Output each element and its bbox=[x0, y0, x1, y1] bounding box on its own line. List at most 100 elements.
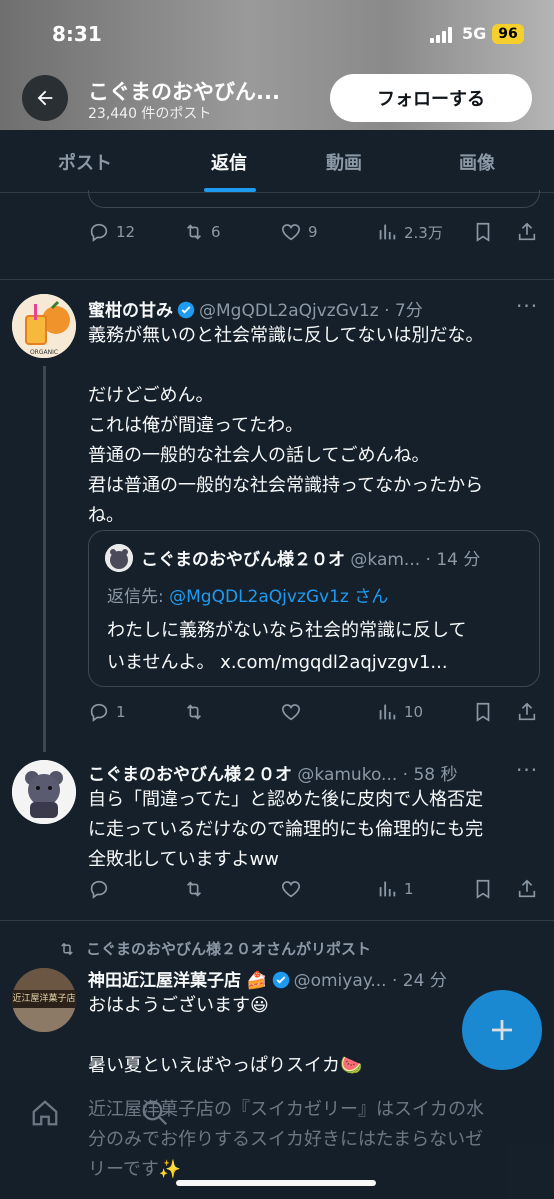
more-options-icon[interactable]: ··· bbox=[516, 294, 538, 318]
repost-icon bbox=[186, 704, 202, 720]
share-icon bbox=[518, 702, 536, 721]
previous-card-stub bbox=[88, 190, 540, 208]
views-button[interactable]: 1 bbox=[376, 874, 414, 904]
quoted-header: こぐまのおやびん様２０オ @kam... · 14 分 bbox=[141, 545, 480, 570]
avatar-kogumanooyabin[interactable] bbox=[12, 760, 76, 824]
bear-avatar-icon bbox=[105, 544, 133, 572]
arrow-left-icon bbox=[37, 90, 53, 106]
repost-label-text: こぐまのおやびん様２０オさんがリポスト bbox=[86, 940, 372, 958]
tweet2-actions: 1 bbox=[0, 874, 554, 904]
repost-icon bbox=[61, 942, 73, 955]
share-button[interactable] bbox=[516, 874, 538, 904]
views-icon bbox=[379, 704, 396, 720]
heart-icon bbox=[281, 224, 301, 241]
tweet-text: 自ら「間違ってた」と認めた後に皮肉で人格否定 に走っているだけなので論理的にも倫… bbox=[88, 789, 484, 870]
repost-button[interactable] bbox=[183, 874, 205, 904]
repost-button[interactable] bbox=[183, 697, 205, 727]
more-options-icon[interactable]: ··· bbox=[516, 758, 538, 782]
repost-icon bbox=[186, 881, 202, 897]
tab-posts[interactable]: ポスト bbox=[0, 130, 170, 193]
orange-juice-avatar-icon: ORGANIC bbox=[12, 294, 76, 358]
follow-button[interactable]: フォローする bbox=[330, 74, 532, 122]
quoted-reply-to: 返信先: @MgQDL2aQjvzGv1z さん bbox=[107, 582, 388, 607]
tab-videos[interactable]: 動画 bbox=[288, 130, 400, 193]
reply-button[interactable] bbox=[88, 874, 110, 904]
reply-icon bbox=[90, 703, 108, 722]
search-icon[interactable] bbox=[140, 1098, 170, 1128]
bookmark-icon bbox=[476, 702, 490, 722]
tab-images[interactable]: 画像 bbox=[400, 130, 554, 193]
tweet-header: 神田近江屋洋菓子店 🍰 @omiyay... · 24 分 bbox=[88, 966, 447, 991]
divider bbox=[0, 920, 554, 921]
tweet-header: こぐまのおやびん様２０オ @kamuko... · 58 秒 bbox=[88, 760, 458, 785]
reply-button[interactable]: 1 bbox=[88, 697, 126, 727]
views-count: 10 bbox=[404, 703, 424, 721]
home-icon[interactable] bbox=[30, 1098, 60, 1128]
back-button[interactable] bbox=[22, 75, 68, 121]
author-name[interactable]: こぐまのおやびん様２０オ bbox=[88, 765, 292, 785]
like-button[interactable] bbox=[280, 697, 302, 727]
tab-replies[interactable]: 返信 bbox=[170, 130, 288, 193]
like-button[interactable]: 9 bbox=[280, 217, 318, 247]
bear-avatar-icon bbox=[12, 760, 76, 824]
views-button[interactable]: 2.3万 bbox=[376, 217, 443, 247]
avatar-mikan[interactable]: ORGANIC bbox=[12, 294, 76, 358]
verified-badge-icon bbox=[177, 301, 195, 319]
quoted-author-name: こぐまのおやびん様２０オ bbox=[141, 550, 345, 570]
author-handle-time: @omiyay... · 24 分 bbox=[293, 971, 447, 991]
repost-icon bbox=[186, 224, 202, 240]
avatar-store-sign: 近江屋洋菓子店 bbox=[12, 994, 76, 1004]
profile-tabs: ポスト 返信 動画 画像 bbox=[0, 130, 554, 193]
bookmark-button[interactable] bbox=[472, 217, 494, 247]
repost-button[interactable]: 6 bbox=[183, 217, 221, 247]
reply-button[interactable]: 12 bbox=[88, 217, 135, 247]
share-icon bbox=[518, 879, 536, 898]
network-type: 5G bbox=[462, 24, 487, 43]
divider bbox=[0, 279, 554, 280]
bookmark-button[interactable] bbox=[472, 874, 494, 904]
tweet-text: 義務が無いのと社会常識に反してないは別だな。 だけどごめん。 これは俺が間違って… bbox=[88, 325, 484, 526]
tweet1-actions: 1 10 bbox=[0, 697, 554, 727]
author-handle-time: @kamuko... · 58 秒 bbox=[297, 765, 458, 785]
author-name[interactable]: 蜜柑の甘み bbox=[88, 301, 173, 321]
reply-count: 1 bbox=[116, 703, 126, 721]
repost-count: 6 bbox=[211, 223, 221, 241]
views-icon bbox=[379, 224, 396, 240]
share-button[interactable] bbox=[516, 217, 538, 247]
share-icon bbox=[518, 222, 536, 241]
author-emoji: 🍰 bbox=[246, 971, 268, 991]
tweet-text: おはようございます😃 暑い夏といえばやっぱりスイカ🍉 bbox=[88, 995, 363, 1076]
bookmark-button[interactable] bbox=[472, 697, 494, 727]
status-time: 8:31 bbox=[52, 22, 102, 46]
quoted-text: わたしに義務がないなら社会的常識に反して いませんよ。 x.com/mgqdl2… bbox=[107, 620, 467, 673]
views-count: 2.3万 bbox=[404, 223, 443, 242]
profile-name: こぐまのおやびん... bbox=[88, 80, 280, 104]
home-indicator bbox=[176, 1180, 376, 1186]
plus-icon bbox=[492, 1020, 512, 1040]
reply-icon bbox=[90, 880, 108, 899]
views-icon bbox=[379, 881, 396, 897]
quoted-handle-time: @kam... · 14 分 bbox=[350, 550, 481, 570]
repost-label: こぐまのおやびん様２０オさんがリポスト bbox=[58, 938, 371, 959]
quoted-tweet-card[interactable]: こぐまのおやびん様２０オ @kam... · 14 分 返信先: @MgQDL2… bbox=[88, 530, 540, 687]
like-button[interactable] bbox=[280, 874, 302, 904]
quoted-author-avatar bbox=[105, 544, 133, 572]
views-button[interactable]: 10 bbox=[376, 697, 423, 727]
bookmark-icon bbox=[476, 879, 490, 899]
reply-count: 12 bbox=[116, 223, 136, 241]
compose-button[interactable] bbox=[462, 990, 542, 1070]
author-name[interactable]: 神田近江屋洋菓子店 bbox=[88, 971, 241, 991]
signal-icon bbox=[430, 27, 456, 43]
verified-badge-icon bbox=[272, 971, 289, 989]
share-button[interactable] bbox=[516, 697, 538, 727]
avatar-omiyaya[interactable]: 近江屋洋菓子店 bbox=[12, 968, 76, 1032]
heart-icon bbox=[281, 704, 301, 721]
reply-icon bbox=[90, 223, 108, 242]
previous-tweet-actions: 12 6 9 2.3万 bbox=[0, 217, 554, 247]
status-bar: 8:31 5G 96 bbox=[0, 0, 554, 62]
author-handle-time: @MgQDL2aQjvzGv1z · 7分 bbox=[199, 301, 423, 321]
reply-to-link[interactable]: @MgQDL2aQjvzGv1z さん bbox=[169, 587, 388, 607]
battery-icon: 96 bbox=[492, 24, 524, 44]
tweet-header: 蜜柑の甘み @MgQDL2aQjvzGv1z · 7分 bbox=[88, 296, 423, 321]
thread-line bbox=[43, 366, 46, 752]
